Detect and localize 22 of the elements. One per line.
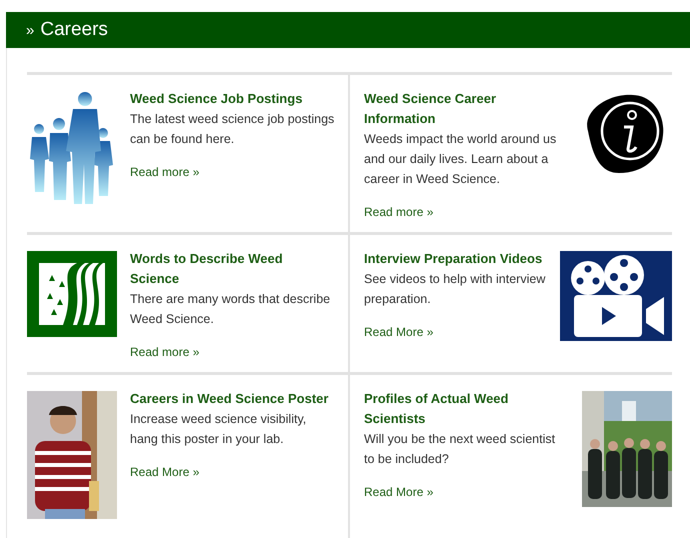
card-title: Interview Preparation Videos <box>364 250 544 268</box>
road-field-icon <box>27 251 117 337</box>
card-description: Will you be the next weed scientist to be included? <box>364 431 556 468</box>
read-more-link[interactable]: Read more » <box>130 162 200 182</box>
read-more-link[interactable]: Read More » <box>130 462 200 482</box>
section-title: Careers <box>40 19 108 41</box>
card-title: Weed Science Career Information <box>364 90 497 128</box>
card-description: Weeds impact the world around us and our daily lives. Learn about a career in Weed Science. <box>364 131 558 188</box>
header-marker: » <box>26 22 34 38</box>
card-title: Careers in Weed Science Poster <box>130 390 330 408</box>
card-title: Weed Science Job Postings <box>130 90 304 108</box>
read-more-link[interactable]: Read more » <box>364 202 434 222</box>
read-more-link[interactable]: Read More » <box>364 482 434 502</box>
card-title: Words to Describe Weed Science <box>130 250 284 288</box>
card-description: See videos to help with interview preparation. <box>364 271 546 308</box>
read-more-link[interactable]: Read more » <box>130 342 200 362</box>
film-camera-icon <box>560 251 672 341</box>
read-more-link[interactable]: Read More » <box>364 322 434 342</box>
card-description: Increase weed science visibility, hang this poster in your lab. <box>130 411 308 448</box>
card-description: The latest weed science job postings can be found here. <box>130 111 335 148</box>
card-title: Profiles of Actual Weed Scientists <box>364 390 510 428</box>
card-description: There are many words that describe Weed Science. <box>130 291 332 328</box>
